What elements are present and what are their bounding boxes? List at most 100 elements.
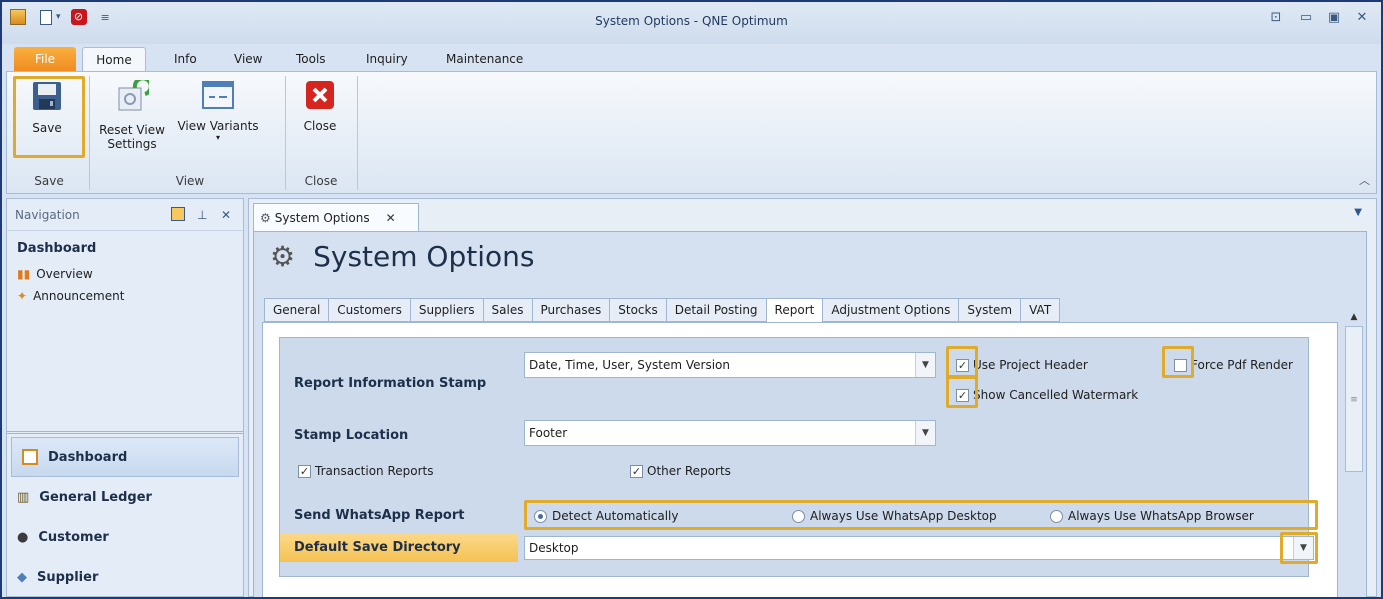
doc-menu-chevron-icon[interactable]: ▼ — [1354, 207, 1362, 218]
tab-adjustment-options[interactable]: Adjustment Options — [822, 298, 959, 322]
customer-icon: ● — [17, 529, 29, 545]
window-icon — [202, 81, 234, 109]
tab-view[interactable]: View — [226, 47, 270, 72]
divider — [89, 76, 90, 190]
close-label: Close — [303, 119, 337, 133]
whatsapp-label: Send WhatsApp Report — [294, 508, 465, 523]
reset-label-2: Settings — [107, 137, 157, 151]
tab-maintenance[interactable]: Maintenance — [438, 47, 531, 72]
tab-home[interactable]: Home — [82, 47, 146, 72]
nav-item-label: General Ledger — [39, 489, 152, 505]
bar-chart-icon: ▮▮ — [17, 267, 31, 281]
reset-settings-icon — [118, 76, 153, 111]
scroll-thumb[interactable]: ≡ — [1345, 326, 1363, 472]
nav-item-supplier[interactable]: ◆ Supplier — [7, 557, 243, 597]
pin-icon[interactable]: ⊥ — [197, 199, 207, 231]
nav-item-customer[interactable]: ● Customer — [7, 517, 243, 557]
window-title: System Options - QNE Optimum — [595, 14, 788, 28]
tab-suppliers[interactable]: Suppliers — [409, 298, 483, 322]
view-variants-button[interactable]: View Variants ▾ — [173, 76, 263, 142]
supplier-icon: ◆ — [17, 569, 27, 585]
doc-tab-label: System Options — [274, 210, 370, 225]
navigation-panel: Navigation ⊥ ✕ Dashboard ▮▮ Overview ✦ A… — [6, 198, 244, 597]
save-directory-select[interactable]: Desktop ▼ — [524, 536, 1314, 560]
gears-icon: ⚙ — [270, 240, 296, 273]
tab-sales[interactable]: Sales — [482, 298, 532, 322]
tab-customers[interactable]: Customers — [328, 298, 410, 322]
dashboard-icon — [22, 449, 38, 465]
radio-group-highlight — [524, 500, 1318, 530]
app-window: ▾ ⊘ ≡ System Options - QNE Optimum ⊡ ▭ ▣… — [2, 2, 1381, 597]
group-label-close: Close — [304, 174, 338, 188]
group-label-save: Save — [34, 174, 64, 188]
tab-file[interactable]: File — [14, 47, 76, 72]
splitter[interactable] — [7, 431, 243, 434]
ribbon-tabs: File Home Info View Tools Inquiry Mainte… — [2, 44, 1381, 72]
divider — [285, 76, 286, 190]
nav-item-label: Supplier — [37, 569, 99, 585]
system-options-content: ⚙ System Options General Customers Suppl… — [253, 231, 1367, 597]
collapse-ribbon-icon[interactable]: ︿ — [1359, 172, 1370, 188]
tab-tools[interactable]: Tools — [288, 47, 334, 72]
gear-icon: ⚙ — [260, 210, 271, 225]
page-title: System Options — [313, 240, 535, 273]
group-label-view: View — [175, 174, 205, 188]
show-cancelled-label: Show Cancelled Watermark — [973, 388, 1139, 402]
close-icon — [306, 81, 334, 109]
stamp-location-label: Stamp Location — [294, 428, 409, 443]
other-reports-checkbox[interactable]: ✓ Other Reports — [630, 464, 731, 478]
nav-link-announcement[interactable]: ✦ Announcement — [7, 285, 243, 307]
tab-info[interactable]: Info — [166, 47, 205, 72]
tab-system[interactable]: System — [958, 298, 1021, 322]
document-area: ⚙ System Options ✕ ▼ ⚙ System Options Ge… — [248, 198, 1377, 597]
close-window-button[interactable]: ✕ — [1350, 10, 1374, 25]
nav-link-overview[interactable]: ▮▮ Overview — [7, 263, 243, 285]
chevron-down-icon[interactable]: ▼ — [915, 421, 935, 445]
nav-link-label: Overview — [36, 267, 93, 281]
close-tab-icon[interactable]: ✕ — [386, 211, 396, 225]
use-project-header-label: Use Project Header — [973, 358, 1088, 372]
vertical-scrollbar[interactable]: ▲ ≡ — [1345, 312, 1363, 597]
close-button[interactable]: Close — [295, 76, 345, 133]
checkbox-highlight — [946, 346, 978, 378]
reset-view-settings-button[interactable]: Reset View Settings — [97, 76, 167, 151]
close-icon[interactable]: ✕ — [221, 199, 231, 231]
nav-item-general-ledger[interactable]: ▥ General Ledger — [7, 477, 243, 517]
panel-options-icon[interactable] — [171, 207, 185, 221]
other-reports-label: Other Reports — [647, 464, 731, 478]
tab-purchases[interactable]: Purchases — [531, 298, 610, 322]
maximize-button[interactable]: ▣ — [1322, 10, 1346, 25]
nav-item-dashboard[interactable]: Dashboard — [11, 437, 239, 477]
tab-vat[interactable]: VAT — [1020, 298, 1061, 322]
show-cancelled-watermark-checkbox[interactable]: ✓ Show Cancelled Watermark — [956, 388, 1138, 402]
report-info-select[interactable]: Date, Time, User, System Version ▼ — [524, 352, 936, 378]
report-panel: Report Information Stamp Date, Time, Use… — [262, 322, 1338, 597]
variants-label: View Variants — [177, 119, 259, 133]
doc-tab-system-options[interactable]: ⚙ System Options ✕ — [253, 203, 419, 231]
tab-inquiry[interactable]: Inquiry — [358, 47, 416, 72]
force-pdf-label: Force Pdf Render — [1191, 358, 1293, 372]
stamp-location-select[interactable]: Footer ▼ — [524, 420, 936, 446]
ribbon-panel: Save Reset View Settings View Variants ▾… — [6, 71, 1377, 194]
nav-section-title: Dashboard — [17, 241, 97, 256]
scroll-up-icon[interactable]: ▲ — [1345, 312, 1363, 322]
restore-icon[interactable]: ⊡ — [1264, 10, 1288, 25]
ledger-icon: ▥ — [17, 489, 30, 505]
transaction-reports-checkbox[interactable]: ✓ Transaction Reports — [298, 464, 434, 478]
report-info-value: Date, Time, User, System Version — [529, 358, 730, 372]
dropdown-highlight — [1280, 532, 1318, 564]
tab-detail-posting[interactable]: Detail Posting — [665, 298, 766, 322]
navigation-header: Navigation ⊥ ✕ — [7, 199, 243, 231]
save-dir-label: Default Save Directory — [294, 540, 461, 555]
tab-stocks[interactable]: Stocks — [609, 298, 666, 322]
tab-report[interactable]: Report — [765, 298, 823, 324]
chevron-down-icon[interactable]: ▼ — [915, 353, 935, 377]
checkbox-highlight — [946, 376, 978, 408]
save-highlight — [13, 76, 85, 158]
title-bar: ▾ ⊘ ≡ System Options - QNE Optimum ⊡ ▭ ▣… — [2, 2, 1381, 44]
nav-item-label: Customer — [38, 529, 109, 545]
announcement-icon: ✦ — [17, 289, 28, 303]
tab-general[interactable]: General — [264, 298, 329, 322]
minimize-button[interactable]: ▭ — [1294, 10, 1318, 25]
checkbox-checked-icon: ✓ — [298, 464, 311, 478]
